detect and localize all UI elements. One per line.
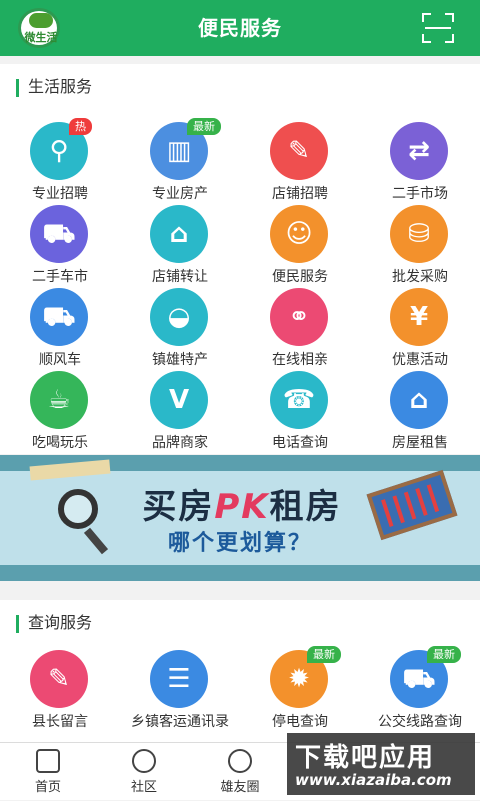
service-item-label: 店铺转让 bbox=[152, 269, 208, 285]
exchange-icon: ⇄ bbox=[390, 122, 448, 180]
service-item-label: 镇雄特产 bbox=[152, 352, 208, 368]
service-item-label: 电话查询 bbox=[272, 435, 328, 451]
service-item-label: 店铺招聘 bbox=[272, 186, 328, 202]
promo-banner[interactable]: 买房PK租房 哪个更划算？ bbox=[0, 455, 480, 581]
service-item-label: 乡镇客运通讯录 bbox=[131, 714, 229, 730]
service-item-label: 二手车市 bbox=[32, 269, 88, 285]
service-item-label: 品牌商家 bbox=[152, 435, 208, 451]
couple-icon: ⚭ bbox=[270, 288, 328, 346]
service-item[interactable]: ⛟ 最新 公交线路查询 bbox=[360, 646, 480, 730]
banner-headline: 买房PK租房 bbox=[142, 487, 342, 527]
service-item[interactable]: ¥ 优惠活动 bbox=[360, 284, 480, 368]
service-item[interactable]: ☎ 电话查询 bbox=[240, 367, 360, 451]
tab-label: 首页 bbox=[34, 780, 61, 795]
watermark-title: 下载吧应用 bbox=[295, 743, 436, 773]
page-title: 便民服务 bbox=[198, 16, 282, 40]
service-item-label: 专业招聘 bbox=[32, 186, 88, 202]
basket-icon: ◒ bbox=[150, 288, 208, 346]
service-item-label: 吃喝玩乐 bbox=[32, 435, 88, 451]
service-item[interactable]: ✹ 最新 停电查询 bbox=[240, 646, 360, 730]
service-item[interactable]: V 品牌商家 bbox=[120, 367, 240, 451]
tab-item[interactable]: 社区 bbox=[96, 743, 192, 801]
service-item[interactable]: ⛁ 批发采购 bbox=[360, 201, 480, 285]
service-item-label: 二手市场 bbox=[392, 186, 448, 202]
service-item-label: 优惠活动 bbox=[392, 352, 448, 368]
cart-icon: ⛁ bbox=[390, 205, 448, 263]
service-item[interactable]: ☺ 便民服务 bbox=[240, 201, 360, 285]
service-item-label: 在线相亲 bbox=[272, 352, 328, 368]
life-services-section: 生活服务 ⚲ 热专业招聘 ▥ 最新 专业房产 ✎ 店铺招聘 ⇄ 二手市场 ⛟ 二手车市 ⌂ 店铺转让 ☺ 便… bbox=[0, 64, 480, 454]
house-icon: ⌂ bbox=[390, 371, 448, 429]
tab-item[interactable]: 首页 bbox=[0, 743, 96, 801]
service-item[interactable]: ◒ 镇雄特产 bbox=[120, 284, 240, 368]
community-icon bbox=[132, 749, 156, 773]
service-item-label: 便民服务 bbox=[272, 269, 328, 285]
section-header: 生活服务 bbox=[0, 64, 480, 110]
service-item-label: 房屋租售 bbox=[392, 435, 448, 451]
service-item[interactable]: ⛟ 二手车市 bbox=[0, 201, 120, 285]
message-edit-icon: ✎ bbox=[30, 650, 88, 708]
coupon-icon: ¥ bbox=[390, 288, 448, 346]
service-item[interactable]: ⇄ 二手市场 bbox=[360, 118, 480, 202]
badge: 最新 bbox=[427, 646, 461, 663]
service-item[interactable]: ▥ 最新 专业房产 bbox=[120, 118, 240, 202]
service-item[interactable]: ⌂ 店铺转让 bbox=[120, 201, 240, 285]
section-accent-bar bbox=[16, 615, 19, 633]
query-services-section: 查询服务 ✎ 县长留言 ☰ 乡镇客运通讯录 ✹ 最新 停电查询 ⛟ 最新 公交线路查询 bbox=[0, 600, 480, 742]
shop-icon: ⌂ bbox=[150, 205, 208, 263]
banner-subline: 哪个更划算？ bbox=[167, 531, 312, 556]
circle-icon bbox=[228, 749, 252, 773]
service-item-label: 顺风车 bbox=[39, 352, 81, 368]
section-header: 查询服务 bbox=[0, 600, 480, 646]
service-item[interactable]: ⛟ 顺风车 bbox=[0, 284, 120, 368]
service-item-label: 专业房产 bbox=[152, 186, 208, 202]
service-item[interactable]: ⚭ 在线相亲 bbox=[240, 284, 360, 368]
service-item-label: 县长留言 bbox=[32, 714, 88, 730]
person-pen-icon: ✎ bbox=[270, 122, 328, 180]
service-item[interactable]: ⌂ 房屋租售 bbox=[360, 367, 480, 451]
coffee-icon: ☕ bbox=[30, 371, 88, 429]
section-title: 生活服务 bbox=[28, 77, 93, 96]
contact-book-icon: ☰ bbox=[150, 650, 208, 708]
phone-icon: ☎ bbox=[270, 371, 328, 429]
section-accent-bar bbox=[16, 79, 19, 97]
service-item[interactable]: ☰ 乡镇客运通讯录 bbox=[120, 646, 240, 730]
app-header: 微生活 便民服务 bbox=[0, 0, 480, 56]
tab-item[interactable]: 雄友圈 bbox=[192, 743, 288, 801]
tab-label: 雄友圈 bbox=[220, 780, 260, 795]
service-item[interactable]: ☕ 吃喝玩乐 bbox=[0, 367, 120, 451]
site-watermark: 下载吧应用 www.xiazaiba.com bbox=[287, 733, 475, 795]
scan-icon[interactable] bbox=[422, 13, 454, 43]
section-title: 查询服务 bbox=[28, 613, 93, 632]
badge: 最新 bbox=[187, 118, 221, 135]
tab-label: 社区 bbox=[130, 780, 157, 795]
service-person-icon: ☺ bbox=[270, 205, 328, 263]
badge: 热 bbox=[69, 118, 92, 135]
service-item[interactable]: ⚲ 热专业招聘 bbox=[0, 118, 120, 202]
service-item-label: 批发采购 bbox=[392, 269, 448, 285]
watermark-url: www.xiazaiba.com bbox=[295, 771, 452, 789]
carpool-icon: ⛟ bbox=[30, 288, 88, 346]
badge: 最新 bbox=[307, 646, 341, 663]
service-item-label: 公交线路查询 bbox=[378, 714, 462, 730]
home-icon bbox=[36, 749, 60, 773]
car-icon: ⛟ bbox=[30, 205, 88, 263]
service-item[interactable]: ✎ 店铺招聘 bbox=[240, 118, 360, 202]
service-item-label: 停电查询 bbox=[272, 714, 328, 730]
service-item[interactable]: ✎ 县长留言 bbox=[0, 646, 120, 730]
brand-v-icon: V bbox=[150, 371, 208, 429]
